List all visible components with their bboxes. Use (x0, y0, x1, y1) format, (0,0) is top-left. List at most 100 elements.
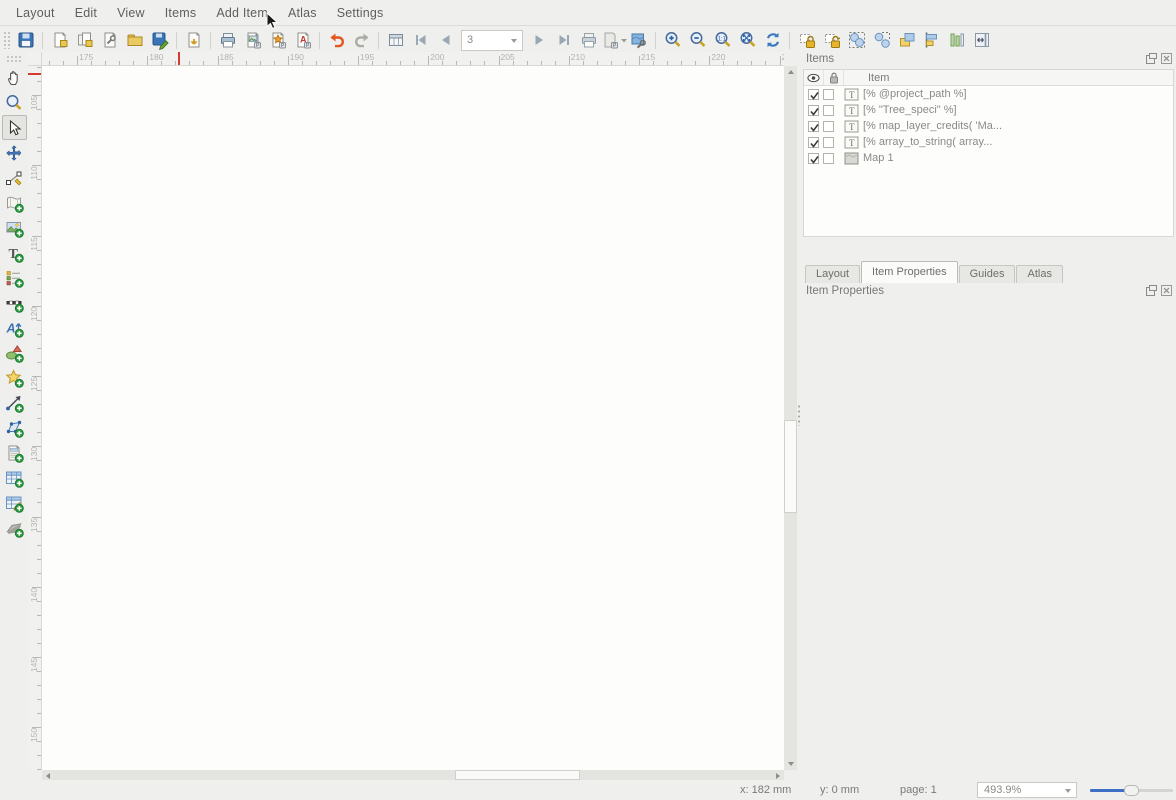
lock-checkbox[interactable] (823, 153, 834, 164)
ungroup-items-button[interactable] (869, 28, 894, 52)
lock-checkbox[interactable] (823, 89, 834, 100)
new-layout-button[interactable] (47, 28, 72, 52)
save-project-button[interactable] (13, 28, 38, 52)
float-panel-icon[interactable] (1146, 285, 1157, 296)
add-items-from-template-button[interactable] (181, 28, 206, 52)
add-3d-map-tool[interactable] (2, 515, 27, 540)
move-item-content-tool[interactable] (2, 140, 27, 165)
zoom-tool-tool[interactable] (2, 90, 27, 115)
lock-checkbox[interactable] (823, 121, 834, 132)
items-tree-row[interactable]: T[% @project_path %] (804, 86, 1173, 102)
add-scalebar-tool[interactable] (2, 290, 27, 315)
lock-checkbox[interactable] (823, 105, 834, 116)
close-panel-icon[interactable] (1161, 53, 1172, 64)
resize-selected-items-button[interactable] (969, 28, 994, 52)
items-tree-row[interactable]: T[% map_layer_credits( 'Ma... (804, 118, 1173, 134)
menu-view[interactable]: View (107, 1, 155, 25)
scroll-down-arrow-icon[interactable] (788, 762, 794, 766)
add-html-tool[interactable] (2, 440, 27, 465)
redo-button[interactable] (349, 28, 374, 52)
add-picture-tool[interactable] (2, 215, 27, 240)
zoom-level-combobox[interactable]: 493.9% (977, 782, 1077, 798)
zoom-slider-handle[interactable] (1124, 785, 1139, 796)
ruler-tick (37, 123, 41, 124)
lock-column-header[interactable] (824, 70, 844, 85)
export-as-image-button[interactable]: P (240, 28, 265, 52)
zoom-out-button[interactable] (685, 28, 710, 52)
add-arrow-tool[interactable] (2, 390, 27, 415)
horizontal-scrollbar-thumb[interactable] (455, 770, 580, 780)
layout-canvas-page[interactable] (42, 66, 784, 770)
group-items-button[interactable] (844, 28, 869, 52)
menu-atlas[interactable]: Atlas (278, 1, 327, 25)
menu-items[interactable]: Items (155, 1, 207, 25)
tab-atlas[interactable]: Atlas (1016, 265, 1062, 283)
preview-atlas-button[interactable] (383, 28, 408, 52)
scroll-left-arrow-icon[interactable] (46, 773, 50, 779)
items-tree-row[interactable]: Map 1 (804, 150, 1173, 166)
add-marker-tool[interactable] (2, 365, 27, 390)
next-feature-button[interactable] (526, 28, 551, 52)
zoom-slider[interactable] (1090, 789, 1173, 792)
add-shape-tool[interactable] (2, 340, 27, 365)
add-attribute-table-tool[interactable] (2, 465, 27, 490)
visibility-checkbox[interactable] (808, 121, 819, 132)
lock-checkbox[interactable] (823, 137, 834, 148)
last-feature-button[interactable] (551, 28, 576, 52)
edit-nodes-item-tool[interactable] (2, 165, 27, 190)
atlas-settings-button[interactable] (626, 28, 651, 52)
add-legend-tool[interactable] (2, 265, 27, 290)
lock-selected-items-button[interactable] (794, 28, 819, 52)
align-selected-items-button[interactable] (919, 28, 944, 52)
pan-layout-tool[interactable] (2, 65, 27, 90)
tab-guides[interactable]: Guides (959, 265, 1016, 283)
item-column-header[interactable]: Item (844, 70, 1173, 85)
menu-layout[interactable]: Layout (6, 1, 65, 25)
print-layout-button[interactable] (215, 28, 240, 52)
save-as-template-button[interactable] (147, 28, 172, 52)
visibility-checkbox[interactable] (808, 137, 819, 148)
toolbox-drag-handle[interactable] (6, 55, 22, 62)
scroll-right-arrow-icon[interactable] (776, 773, 780, 779)
menu-settings[interactable]: Settings (327, 1, 394, 25)
visibility-checkbox[interactable] (808, 105, 819, 116)
zoom-actual-button[interactable]: 1:1 (710, 28, 735, 52)
zoom-full-button[interactable] (735, 28, 760, 52)
visibility-column-header[interactable] (804, 70, 824, 85)
export-atlas-button[interactable]: P (601, 28, 626, 52)
close-panel-icon[interactable] (1161, 285, 1172, 296)
float-panel-icon[interactable] (1146, 53, 1157, 64)
refresh-view-button[interactable] (760, 28, 785, 52)
scroll-up-arrow-icon[interactable] (788, 70, 794, 74)
visibility-checkbox[interactable] (808, 153, 819, 164)
zoom-in-button[interactable] (660, 28, 685, 52)
tab-item-properties[interactable]: Item Properties (861, 261, 958, 283)
menu-edit[interactable]: Edit (65, 1, 107, 25)
distribute-selected-items-button[interactable] (944, 28, 969, 52)
previous-feature-button[interactable] (433, 28, 458, 52)
add-map-tool[interactable] (2, 190, 27, 215)
print-atlas-button[interactable] (576, 28, 601, 52)
select-move-item-tool[interactable] (2, 115, 27, 140)
duplicate-layout-button[interactable] (72, 28, 97, 52)
add-node-item-tool[interactable] (2, 415, 27, 440)
add-north-arrow-tool[interactable]: A (2, 315, 27, 340)
first-feature-button[interactable] (408, 28, 433, 52)
raise-selected-items-button[interactable] (894, 28, 919, 52)
items-tree-row[interactable]: T[% "Tree_speci" %] (804, 102, 1173, 118)
horizontal-scrollbar[interactable] (42, 770, 784, 780)
add-label-tool[interactable]: T (2, 240, 27, 265)
export-as-pdf-button[interactable]: AP (290, 28, 315, 52)
undo-button[interactable] (324, 28, 349, 52)
unlock-all-items-button[interactable] (819, 28, 844, 52)
atlas-feature-combo[interactable]: 3 (461, 30, 523, 51)
vertical-scrollbar[interactable] (784, 66, 797, 770)
vertical-scrollbar-thumb[interactable] (784, 420, 797, 513)
tab-layout[interactable]: Layout (805, 265, 860, 283)
add-fixed-table-tool[interactable] (2, 490, 27, 515)
visibility-checkbox[interactable] (808, 89, 819, 100)
layout-manager-button[interactable] (122, 28, 147, 52)
layout-properties-button[interactable] (97, 28, 122, 52)
items-tree-row[interactable]: T[% array_to_string( array... (804, 134, 1173, 150)
toolbar-drag-handle[interactable] (3, 31, 10, 49)
